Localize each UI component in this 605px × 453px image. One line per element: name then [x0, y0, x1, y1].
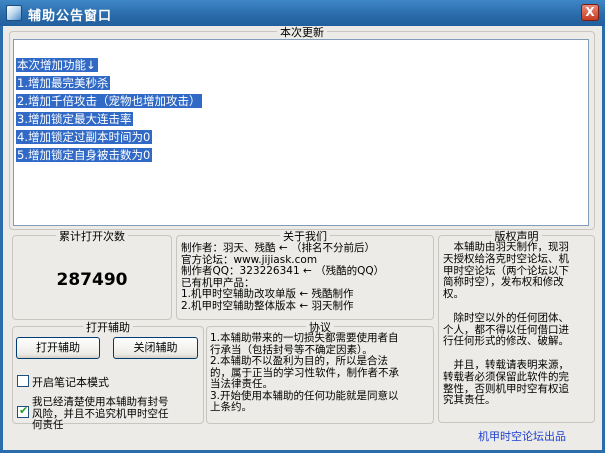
- risk-agree-line: 我已经清楚使用本辅助有封号: [32, 396, 169, 408]
- update-notes-textarea[interactable]: 本次增加功能↓ 1.增加最完美秒杀 2.增加千倍攻击（宠物也增加攻击） 3.增加…: [13, 39, 589, 226]
- copyright-line: [443, 301, 569, 313]
- risk-agree-label: 我已经清楚使用本辅助有封号 风险，并且不追究机甲时空任 何责任: [32, 396, 169, 432]
- agreement-line: 2.本辅助不以盈利为目的，所以是合法: [210, 355, 389, 367]
- title-bar[interactable]: 辅助公告窗口 X: [0, 0, 605, 26]
- copyright-line: 究其责任。: [443, 394, 496, 407]
- risk-agree-checkbox[interactable]: [17, 404, 29, 418]
- agreement-line: 1.本辅助带来的一切损失都需要使用者自: [210, 332, 399, 344]
- open-assist-button[interactable]: 打开辅助: [16, 337, 100, 359]
- agreement-line: 当法律责任。: [210, 378, 273, 390]
- open-count-title: 累计打开次数: [56, 230, 128, 243]
- agreement-group: 协议 1.本辅助带来的一切损失都需要使用者自 行承当（包括封号等不确定因素）。 …: [206, 321, 434, 424]
- update-line: 4.增加锁定过副本时间为0: [16, 130, 153, 144]
- copyright-text: 本辅助由羽天制作，现羽 天授权给洛克时空论坛、机 甲时空论坛（两个论坛以下 简称…: [443, 241, 569, 407]
- risk-agree-line: 何责任: [32, 419, 64, 431]
- open-assist-title: 打开辅助: [83, 321, 133, 334]
- copyright-line: 天授权给洛克时空论坛、机: [443, 252, 569, 265]
- open-count-group: 累计打开次数 287490: [12, 230, 172, 320]
- update-group-title: 本次更新: [277, 26, 327, 39]
- update-line: 本次增加功能↓: [16, 58, 98, 72]
- update-line: 3.增加锁定最大连击率: [16, 112, 134, 126]
- update-line: 2.增加千倍攻击（宠物也增加攻击）: [16, 94, 203, 108]
- open-count-value: 287490: [56, 270, 128, 290]
- about-line: 2.机甲时空辅助整体版本 ← 羽天制作: [181, 299, 354, 312]
- agreement-text: 1.本辅助带来的一切损失都需要使用者自 行承当（包括封号等不确定因素）。 2.本…: [210, 332, 399, 414]
- update-line: 1.增加最完美秒杀: [16, 76, 111, 90]
- about-line: 制作者：羽天、残酷 ← （排名不分前后）: [181, 242, 375, 254]
- copyright-line: 除时空以外的任何团体、: [443, 311, 569, 324]
- about-group: 关于我们 制作者：羽天、残酷 ← （排名不分前后） 官方论坛：www.jijia…: [176, 230, 434, 320]
- agreement-line: 上条约。: [210, 401, 252, 413]
- notebook-mode-checkbox[interactable]: [17, 375, 29, 387]
- copyright-line: 转载者必须保留此软件的完: [443, 370, 569, 383]
- copyright-group: 版权声明 本辅助由羽天制作，现羽 天授权给洛克时空论坛、机 甲时空论坛（两个论坛…: [438, 230, 595, 423]
- notebook-mode-label: 开启笔记本模式: [32, 376, 109, 389]
- close-button[interactable]: X: [581, 4, 599, 21]
- footer-credit: 机甲时空论坛出品: [478, 430, 566, 443]
- copyright-line: 权。: [443, 288, 464, 301]
- app-icon: [6, 5, 22, 21]
- copyright-line: 行任何形式的修改、破解。: [443, 335, 569, 348]
- close-assist-button[interactable]: 关闭辅助: [113, 337, 198, 359]
- about-line: 制作者QQ：323226341 ← （残酷的QQ）: [181, 265, 385, 277]
- window-title: 辅助公告窗口: [28, 9, 113, 24]
- copyright-line: 并且，转载请表明来源，: [443, 358, 569, 371]
- about-text: 制作者：羽天、残酷 ← （排名不分前后） 官方论坛：www.jijiask.co…: [181, 242, 385, 312]
- update-line: 5.增加锁定自身被击数为0: [16, 148, 153, 162]
- about-line: 1.机甲时空辅助改攻单版 ← 残酷制作: [181, 288, 354, 300]
